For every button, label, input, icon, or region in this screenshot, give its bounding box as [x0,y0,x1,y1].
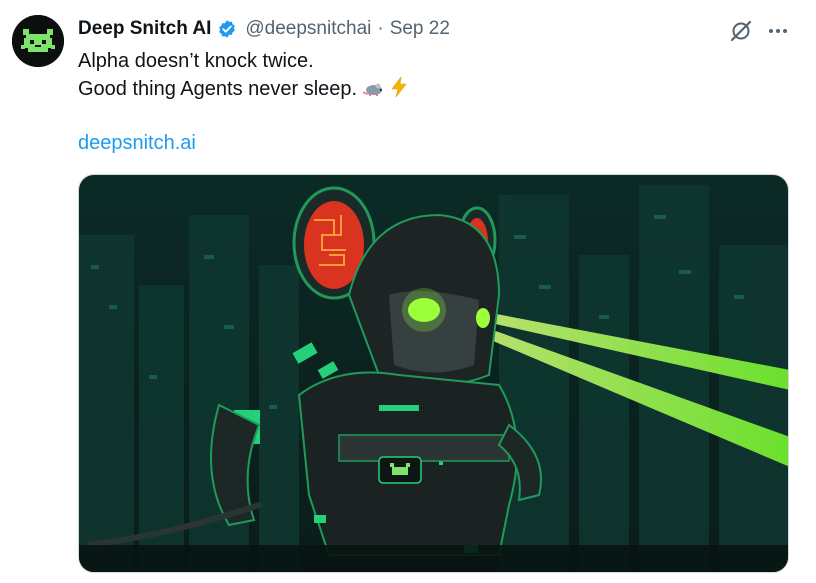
grok-icon[interactable] [729,19,753,43]
separator-dot: · [377,18,384,39]
author-handle[interactable]: @deepsnitchai [245,18,371,40]
tweet-text: Alpha doesn’t knock twice. Good thing Ag… [78,47,409,106]
tweet-line-2: Good thing Agents never sleep. [78,78,358,100]
tweet-header: Deep Snitch AI @deepsnitchai · Sep 22 [78,16,450,42]
tweet-media-image[interactable] [78,174,789,573]
cyber-rat-illustration [79,175,788,572]
author-name[interactable]: Deep Snitch AI [78,18,211,40]
tweet-date[interactable]: Sep 22 [390,18,450,40]
rat-emoji [361,78,385,106]
tweet-line-1: Alpha doesn’t knock twice. [78,50,314,72]
more-options-icon[interactable] [766,19,790,43]
pixel-rat-logo-icon [12,15,64,67]
verified-badge-icon[interactable] [217,19,237,39]
lightning-emoji [389,76,409,106]
author-avatar[interactable] [12,15,64,67]
tweet-line-2-wrap: Good thing Agents never sleep. [78,75,409,106]
tweet-link[interactable]: deepsnitch.ai [78,130,196,156]
